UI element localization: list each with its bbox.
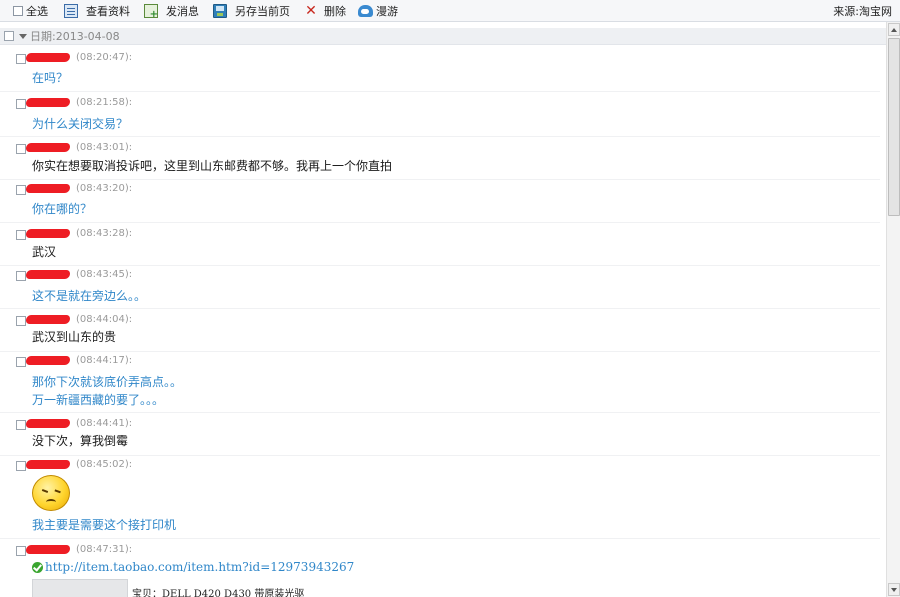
profile-icon [64, 3, 78, 18]
redacted-sender-name [26, 356, 70, 365]
save-page-label: 另存当前页 [235, 4, 290, 18]
message-checkbox[interactable] [16, 230, 26, 240]
item-link[interactable]: http://item.taobao.com/item.htm?id=12973… [45, 560, 354, 574]
send-message-label: 发消息 [166, 4, 199, 18]
message-text: 没下次，算我倒霉 [32, 434, 129, 448]
message-item: (08:21:58): 为什么关闭交易？ [0, 95, 880, 137]
check-mark-icon [32, 561, 43, 573]
checkbox-icon[interactable] [13, 5, 23, 16]
save-page-button[interactable]: 另存当前页 [213, 0, 290, 22]
message-checkbox[interactable] [16, 546, 26, 556]
message-text: 万一新疆西藏的要了。。。 [32, 393, 165, 407]
cloud-roam-icon [358, 4, 373, 17]
delete-icon: ✕ [305, 2, 317, 19]
view-profile-button[interactable]: 查看资料 [64, 0, 130, 22]
redacted-sender-name [26, 98, 70, 107]
scroll-up-button[interactable] [888, 23, 900, 36]
redacted-sender-name [26, 184, 70, 193]
select-all-checkbox[interactable]: 全选 [13, 0, 48, 22]
save-page-icon [213, 3, 227, 18]
view-profile-label: 查看资料 [86, 4, 130, 18]
send-message-button[interactable]: 发消息 [144, 0, 199, 22]
date-group-checkbox[interactable] [4, 31, 14, 41]
send-message-icon [144, 3, 158, 20]
message-time: (08:44:04): [76, 314, 133, 325]
message-checkbox[interactable] [16, 54, 26, 64]
message-text: 你在哪的？ [32, 202, 93, 216]
message-checkbox[interactable] [16, 185, 26, 195]
scrollbar-thumb[interactable] [888, 38, 900, 216]
message-item: (08:47:31): http://item.taobao.com/item.… [0, 542, 880, 597]
redacted-sender-name [26, 270, 70, 279]
message-checkbox[interactable] [16, 357, 26, 367]
message-time: (08:43:45): [76, 269, 133, 280]
message-checkbox[interactable] [16, 316, 26, 326]
message-item: (08:43:28): 武汉 [0, 226, 880, 266]
message-text: 在吗？ [32, 71, 69, 85]
select-all-label: 全选 [26, 4, 48, 18]
message-time: (08:44:41): [76, 418, 133, 429]
message-checkbox[interactable] [16, 144, 26, 154]
date-label: 日期:2013-04-08 [30, 30, 120, 43]
product-title: 宝贝：DELL D420 D430 带原装光驱 [132, 589, 305, 597]
message-item: (08:20:47): 在吗？ [0, 50, 880, 92]
source-label: 来源:淘宝网 [833, 4, 892, 18]
collapse-triangle-icon[interactable] [19, 33, 27, 39]
message-item: (08:43:20): 你在哪的？ [0, 181, 880, 223]
delete-button[interactable]: ✕ 删除 [304, 0, 346, 22]
message-time: (08:43:20): [76, 183, 133, 194]
message-text: 武汉到山东的贵 [32, 330, 117, 344]
redacted-sender-name [26, 143, 70, 152]
message-text: 这不是就在旁边么。。 [32, 289, 147, 303]
message-text: 为什么关闭交易？ [32, 117, 129, 131]
redacted-sender-name [26, 229, 70, 238]
message-checkbox[interactable] [16, 99, 26, 109]
delete-label: 删除 [324, 4, 346, 18]
item-link-row: http://item.taobao.com/item.htm?id=12973… [32, 560, 354, 574]
message-time: (08:21:58): [76, 97, 133, 108]
roam-button[interactable]: 漫游 [358, 0, 398, 22]
message-text: 你实在想要取消投诉吧，这里到山东邮费都不够。我再上一个你直拍 [32, 159, 393, 173]
scroll-down-button[interactable] [888, 583, 900, 596]
message-text: 我主要是需要这个接打印机 [32, 518, 177, 532]
message-time: (08:47:31): [76, 544, 133, 555]
message-time: (08:20:47): [76, 52, 133, 63]
message-checkbox[interactable] [16, 271, 26, 281]
message-checkbox[interactable] [16, 420, 26, 430]
redacted-sender-name [26, 419, 70, 428]
roam-label: 漫游 [376, 4, 398, 18]
date-group-header[interactable]: 日期:2013-04-08 [0, 28, 886, 45]
message-item: (08:43:45): 这不是就在旁边么。。 [0, 267, 880, 309]
redacted-sender-name [26, 545, 70, 554]
message-item: (08:44:04): 武汉到山东的贵 [0, 312, 880, 352]
message-time: (08:45:02): [76, 459, 133, 470]
message-text: 武汉 [32, 245, 57, 259]
redacted-sender-name [26, 53, 70, 62]
message-time: (08:43:28): [76, 228, 133, 239]
toolbar: 全选 查看资料 发消息 另存当前页 ✕ 删除 漫游 来源:淘宝网 [0, 0, 900, 22]
message-item: (08:44:17): 那你下次就该底价弄高点。。 万一新疆西藏的要了。。。 [0, 353, 880, 413]
message-item: (08:45:02): 我主要是需要这个接打印机 [0, 457, 880, 539]
message-time: (08:43:01): [76, 142, 133, 153]
message-item: (08:43:01): 你实在想要取消投诉吧，这里到山东邮费都不够。我再上一个你… [0, 140, 880, 180]
message-time: (08:44:17): [76, 355, 133, 366]
emoji-icon [32, 475, 70, 511]
message-item: (08:44:41): 没下次，算我倒霉 [0, 416, 880, 456]
message-text: 那你下次就该底价弄高点。。 [32, 375, 183, 389]
vertical-scrollbar[interactable] [886, 22, 900, 597]
redacted-sender-name [26, 315, 70, 324]
message-checkbox[interactable] [16, 461, 26, 471]
product-thumbnail[interactable] [32, 579, 128, 597]
redacted-sender-name [26, 460, 70, 469]
